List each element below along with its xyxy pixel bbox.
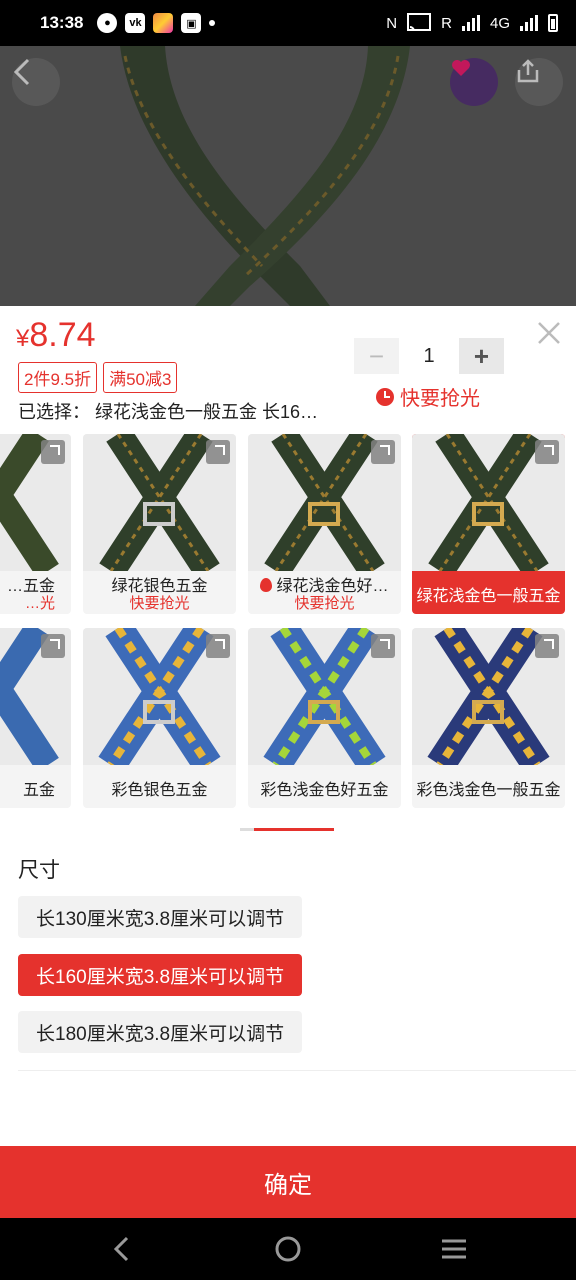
cast-icon bbox=[407, 13, 432, 32]
zoom-icon[interactable] bbox=[206, 440, 230, 464]
selected-label: 已选择： bbox=[18, 402, 90, 422]
system-nav-bar bbox=[0, 1218, 576, 1280]
signal-icon-2 bbox=[520, 15, 538, 31]
stock-warning-label: 快要抢光 bbox=[400, 388, 480, 410]
variant-card[interactable]: 绿花浅金色好… 快要抢光 bbox=[248, 434, 401, 614]
price-symbol: ¥ bbox=[16, 325, 30, 352]
variant-card[interactable]: 彩色银色五金 bbox=[83, 628, 236, 808]
variant-name: 彩色银色五金 bbox=[111, 782, 208, 799]
status-time: 13:38 bbox=[40, 13, 84, 32]
zoom-icon[interactable] bbox=[41, 440, 65, 464]
nfc-icon: N bbox=[386, 14, 398, 32]
quantity-value[interactable]: 1 bbox=[399, 345, 459, 368]
scroll-indicator-track bbox=[240, 828, 254, 831]
size-option[interactable]: 长180厘米宽3.8厘米可以调节 bbox=[18, 1011, 303, 1053]
variant-stock: …光 bbox=[24, 595, 55, 612]
chevron-left-icon bbox=[13, 58, 30, 86]
close-icon[interactable] bbox=[536, 320, 562, 346]
zoom-icon[interactable] bbox=[371, 634, 395, 658]
stock-warning: 快要抢光 bbox=[376, 382, 480, 411]
promo-tags: 2件9.5折 满50减3 bbox=[18, 362, 178, 393]
photo-icon: ▣ bbox=[181, 13, 202, 33]
share-icon bbox=[517, 59, 539, 83]
nav-back-icon[interactable] bbox=[105, 1232, 139, 1266]
flame-icon bbox=[260, 578, 273, 592]
network-label: R bbox=[441, 14, 452, 32]
battery-icon bbox=[548, 14, 558, 32]
promo-tag: 2件9.5折 bbox=[18, 362, 98, 393]
scroll-indicator-thumb bbox=[254, 828, 334, 831]
variant-name: 绿花浅金色一般五金 bbox=[416, 588, 561, 605]
price-value: 8.74 bbox=[29, 316, 96, 354]
zoom-icon[interactable] bbox=[535, 634, 559, 658]
variant-card[interactable]: 彩色浅金色好五金 bbox=[248, 628, 401, 808]
variant-name: 彩色浅金色一般五金 bbox=[416, 782, 561, 799]
app-icon bbox=[153, 13, 174, 33]
divider bbox=[18, 1070, 576, 1071]
zoom-icon[interactable] bbox=[41, 634, 65, 658]
promo-tag: 满50减3 bbox=[103, 362, 178, 393]
selected-summary: 已选择： 绿花浅金色一般五金 长16… bbox=[18, 398, 318, 424]
size-option-selected[interactable]: 长160厘米宽3.8厘米可以调节 bbox=[18, 954, 303, 996]
vk-icon: vk bbox=[125, 13, 146, 33]
variant-stock: 快要抢光 bbox=[294, 595, 355, 612]
increase-button[interactable]: + bbox=[459, 338, 504, 374]
product-hero-image[interactable] bbox=[0, 46, 576, 306]
variant-name: 彩色浅金色好五金 bbox=[260, 782, 389, 799]
zoom-icon[interactable] bbox=[206, 634, 230, 658]
zoom-icon[interactable] bbox=[535, 440, 559, 464]
price: ¥8.74 bbox=[16, 316, 96, 355]
variant-card-selected[interactable]: 绿花浅金色一般五金 bbox=[412, 434, 565, 614]
signal-icon bbox=[461, 15, 480, 31]
variant-card[interactable]: 五金 bbox=[0, 628, 71, 808]
variant-card[interactable]: 绿花银色五金 快要抢光 bbox=[83, 434, 236, 614]
heart-icon bbox=[452, 60, 470, 76]
confirm-button[interactable]: 确定 bbox=[0, 1146, 576, 1218]
message-icon: ● bbox=[97, 13, 118, 33]
variant-name: 五金 bbox=[22, 782, 55, 799]
dot-icon bbox=[209, 20, 216, 26]
size-section-title: 尺寸 bbox=[18, 859, 60, 882]
clock-icon bbox=[376, 387, 394, 406]
quantity-stepper: − 1 + bbox=[354, 338, 504, 374]
favorite-button[interactable] bbox=[450, 58, 498, 106]
size-option[interactable]: 长130厘米宽3.8厘米可以调节 bbox=[18, 896, 303, 938]
back-button[interactable] bbox=[12, 58, 60, 106]
network-type: 4G bbox=[489, 14, 510, 32]
nav-home-icon[interactable] bbox=[271, 1232, 305, 1266]
sku-selector-sheet: ¥8.74 2件9.5折 满50减3 − 1 + 快要抢光 已选择： 绿花浅金色… bbox=[0, 306, 576, 1146]
zoom-icon[interactable] bbox=[371, 440, 395, 464]
status-bar: 13:38 ● vk ▣ N R 4G bbox=[0, 0, 576, 46]
variant-card[interactable]: 彩色浅金色一般五金 bbox=[412, 628, 565, 808]
share-button[interactable] bbox=[515, 58, 563, 106]
variant-stock: 快要抢光 bbox=[129, 595, 190, 612]
selected-value: 绿花浅金色一般五金 长16… bbox=[95, 402, 319, 422]
variant-grid: …五金 …光 绿花银色五金 快要抢光 绿花浅金色好… 快要抢光 绿花浅金色一般五… bbox=[0, 432, 576, 810]
nav-menu-icon[interactable] bbox=[437, 1232, 471, 1266]
decrease-button[interactable]: − bbox=[354, 338, 399, 374]
variant-card[interactable]: …五金 …光 bbox=[0, 434, 71, 614]
